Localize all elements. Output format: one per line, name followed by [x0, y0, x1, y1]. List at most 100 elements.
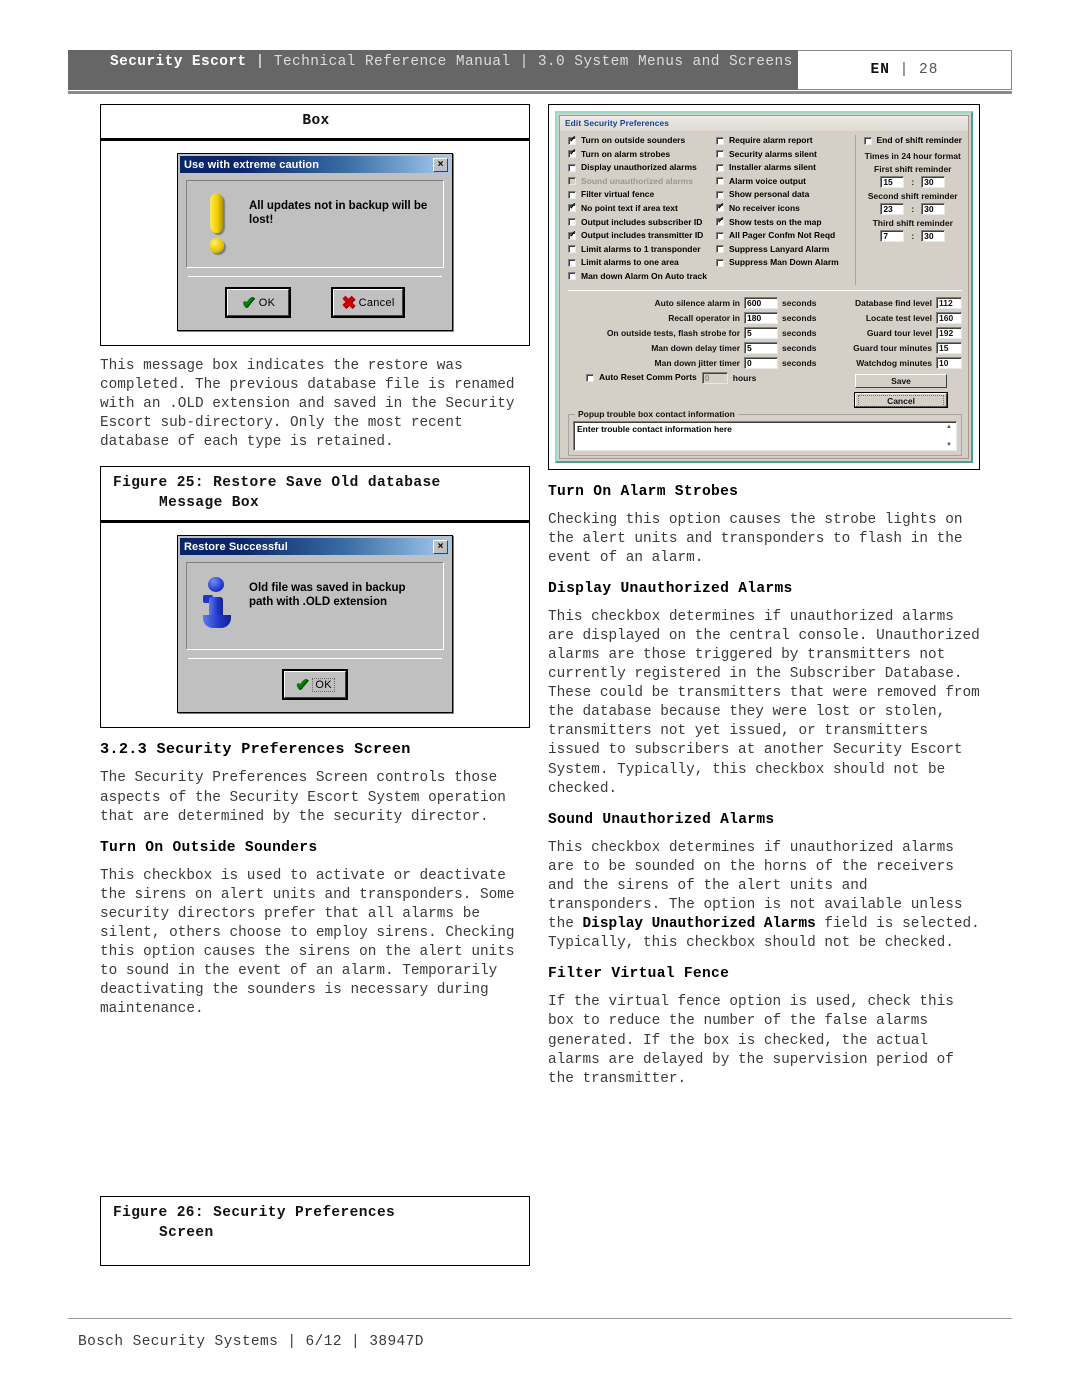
dialog-body: Old file was saved in backup path with .… — [180, 555, 450, 710]
checkbox-security-alarms-silent[interactable]: Security alarms silent — [716, 149, 851, 160]
right-column: Edit Security Preferences Turn on outsid… — [548, 104, 980, 1089]
header-language: EN — [870, 62, 890, 78]
header-sep-1: | — [255, 54, 265, 70]
header-rule — [68, 91, 1012, 94]
first-shift-hour-input[interactable]: 15 — [880, 176, 905, 188]
field-guard-tour-minutes: Guard tour minutes 15 — [840, 341, 962, 354]
checkbox-require-alarm-report[interactable]: Require alarm report — [716, 135, 851, 146]
field-label: Man down delay timer — [651, 342, 740, 353]
checkbox-sound-unauthorized-alarms: Sound unauthorized alarms — [568, 176, 704, 187]
field-input[interactable]: 15 — [936, 341, 962, 354]
field-input[interactable]: 180 — [744, 311, 778, 324]
close-icon[interactable]: × — [433, 157, 448, 172]
cancel-button-label: Cancel — [358, 296, 395, 309]
checkbox-output-includes-transmitter-id[interactable]: Output includes transmitter ID — [568, 229, 704, 241]
section-heading-323: 3.2.3 Security Preferences Screen — [100, 740, 411, 759]
close-icon[interactable]: × — [433, 539, 448, 554]
field-input[interactable]: 0 — [744, 356, 778, 369]
checkbox-label: Limit alarms to one area — [581, 257, 679, 268]
page-header: Security Escort | Technical Reference Ma… — [68, 50, 1012, 90]
checkbox-box — [716, 177, 724, 186]
figure-25-caption-line2: Message Box — [159, 495, 260, 512]
checkbox-limit-alarms-to-1-transponder[interactable]: Limit alarms to 1 transponder — [568, 244, 704, 255]
scrollbar[interactable]: ▲ ▼ — [945, 424, 953, 448]
ok-button-label: OK — [312, 677, 335, 692]
field-input[interactable]: 10 — [936, 356, 962, 369]
checkbox-show-personal-data[interactable]: Show personal data — [716, 189, 851, 200]
field-input[interactable]: 112 — [936, 296, 962, 309]
left-column: Box Use with extreme caution × All updat… — [100, 104, 530, 1266]
prefs-checkbox-column-2: Require alarm report Security alarms sil… — [708, 133, 855, 287]
heading-sound-unauthorized-alarms: Sound Unauthorized Alarms — [548, 811, 775, 828]
checkbox-box — [716, 190, 724, 199]
scroll-down-icon[interactable]: ▼ — [946, 442, 952, 448]
figure-25-caption: Figure 25: Restore Save Old database Mes… — [100, 466, 530, 524]
field-watchdog-minutes: Watchdog minutes 10 — [840, 356, 962, 369]
information-icon — [201, 575, 243, 637]
checkbox-box — [568, 163, 576, 172]
checkbox-suppress-lanyard-alarm[interactable]: Suppress Lanyard Alarm — [716, 244, 851, 255]
dialog-button-row: ✔ OK — [186, 659, 444, 708]
checkbox-no-point-text-if-area-text[interactable]: No point text if area text — [568, 201, 704, 214]
paragraph-outside-sounders: This checkbox is used to activate or dea… — [100, 867, 524, 1018]
checkbox-no-receiver-icons[interactable]: No receiver icons — [716, 201, 851, 214]
header-page-box: EN | 28 — [798, 50, 1012, 90]
checkbox-alarm-voice-output[interactable]: Alarm voice output — [716, 176, 851, 187]
cancel-button[interactable]: Cancel — [854, 391, 948, 408]
paragraph-sound-unauthorized: This checkbox determines if unauthorized… — [548, 839, 980, 954]
checkbox-end-of-shift-reminder[interactable]: End of shift reminder — [863, 135, 962, 146]
third-shift-hour-input[interactable]: 7 — [880, 230, 905, 242]
figure-24-image: Use with extreme caution × All updates n… — [100, 141, 530, 346]
checkbox-box — [716, 136, 724, 145]
second-shift-minute-input[interactable]: 30 — [921, 203, 946, 215]
checkbox-turn-on-alarm-strobes[interactable]: Turn on alarm strobes — [568, 147, 704, 160]
checkbox-output-includes-subscriber-id[interactable]: Output includes subscriber ID — [568, 217, 704, 228]
dialog-title: Use with extreme caution — [184, 158, 320, 171]
ok-button-label: OK — [258, 296, 276, 309]
checkbox-box — [568, 134, 577, 145]
dialog-button-row: ✔ OK ✖ Cancel — [186, 277, 444, 326]
checkbox-box — [568, 190, 576, 199]
checkbox-box — [863, 136, 872, 145]
checkbox-box — [568, 218, 576, 227]
third-shift-label: Third shift reminder — [872, 218, 953, 228]
checkbox-limit-alarms-to-one-area[interactable]: Limit alarms to one area — [568, 257, 704, 268]
checkbox-auto-reset-comm-ports[interactable]: Auto Reset Comm Ports — [586, 372, 697, 383]
field-label: On outside tests, flash strobe for — [606, 327, 740, 338]
checkbox-display-unauthorized-alarms[interactable]: Display unauthorized alarms — [568, 162, 704, 173]
checkbox-box — [568, 147, 577, 159]
scroll-up-icon[interactable]: ▲ — [946, 424, 952, 430]
paragraph-sound-bold: Display Unauthorized Alarms — [582, 916, 816, 933]
time-colon: : — [911, 204, 915, 214]
checkbox-all-pager-confm-not-reqd[interactable]: All Pager Confm Not Reqd — [716, 230, 851, 241]
dialog-title: Restore Successful — [184, 540, 288, 553]
field-input[interactable]: 5 — [744, 326, 778, 339]
field-label: Man down jitter timer — [654, 357, 740, 368]
checkbox-label: Auto Reset Comm Ports — [599, 372, 697, 383]
checkbox-box — [716, 258, 724, 267]
field-label: Guard tour level — [866, 327, 932, 338]
checkbox-filter-virtual-fence[interactable]: Filter virtual fence — [568, 189, 704, 200]
second-shift-hour-input[interactable]: 23 — [880, 203, 905, 215]
first-shift-minute-input[interactable]: 30 — [921, 176, 946, 188]
field-label: Recall operator in — [668, 312, 740, 323]
heading-filter-virtual-fence: Filter Virtual Fence — [548, 966, 730, 983]
field-input[interactable]: 5 — [744, 341, 778, 354]
ok-button[interactable]: ✔ OK — [282, 669, 348, 701]
third-shift-minute-input[interactable]: 30 — [921, 230, 946, 242]
popup-trouble-contact-textarea[interactable]: Enter trouble contact information here ▲… — [573, 420, 957, 451]
cancel-button[interactable]: ✖ Cancel — [331, 287, 405, 318]
checkbox-man-down-alarm-on-auto-track[interactable]: Man down Alarm On Auto track — [568, 271, 707, 282]
checkbox-show-tests-on-the-map[interactable]: Show tests on the map — [716, 215, 851, 228]
ok-button[interactable]: ✔ OK — [225, 287, 292, 318]
checkbox-label: Security alarms silent — [729, 148, 817, 159]
checkbox-turn-on-outside-sounders[interactable]: Turn on outside sounders — [568, 134, 704, 146]
field-unit: seconds — [782, 297, 817, 308]
checkbox-label: Suppress Lanyard Alarm — [729, 243, 830, 254]
field-input[interactable]: 160 — [936, 311, 962, 324]
checkbox-installer-alarms-silent[interactable]: Installer alarms silent — [716, 162, 851, 173]
field-input[interactable]: 600 — [744, 296, 778, 309]
save-button[interactable]: Save — [855, 373, 947, 388]
field-input[interactable]: 192 — [936, 326, 962, 339]
checkbox-suppress-man-down-alarm[interactable]: Suppress Man Down Alarm — [716, 257, 851, 268]
